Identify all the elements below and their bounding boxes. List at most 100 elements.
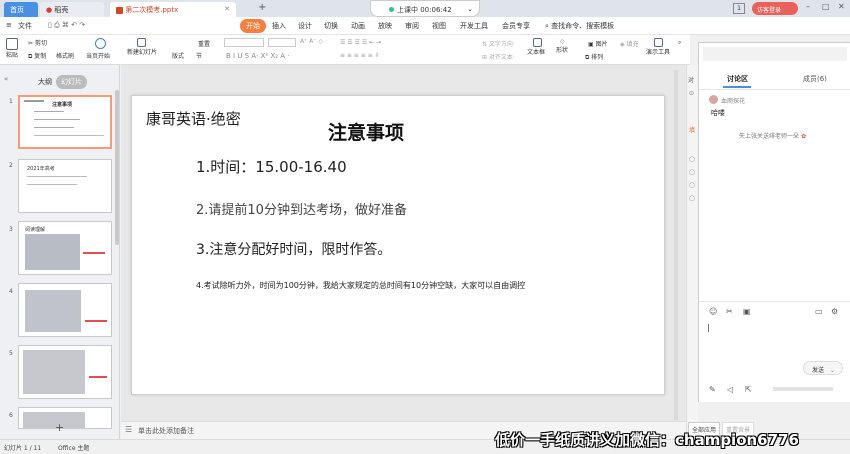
slide-line-allocate[interactable]: 3.注意分配好时间，限时作答。 — [196, 239, 391, 259]
settings-icon[interactable]: ⚙ — [831, 307, 838, 316]
scissors-icon[interactable]: ✂ — [726, 307, 733, 316]
copy-label: 复制 — [34, 53, 47, 60]
close-icon[interactable]: ✕ — [838, 2, 845, 11]
comment-icon[interactable]: ▭ — [815, 307, 823, 316]
radio-icon[interactable]: ○ — [689, 155, 695, 163]
slide-line-time[interactable]: 1.时间：15.00-16.40 — [196, 156, 347, 177]
emoji-icon[interactable]: ☺ — [709, 307, 717, 316]
font-name-select[interactable] — [224, 38, 264, 47]
menu-animation[interactable]: 动画 — [351, 21, 365, 31]
slide-brand[interactable]: 康哥英语·绝密 — [146, 108, 241, 129]
page-badge[interactable]: 1 — [733, 3, 745, 14]
reset-button[interactable]: 重置 — [198, 39, 210, 48]
visitor-login-button[interactable]: 访客登录 — [752, 2, 798, 15]
text-format-buttons[interactable]: B I U S A· X² X₂ A · — [226, 52, 289, 60]
slide-thumb-1[interactable]: 注意事项 — [18, 95, 112, 149]
layout-button[interactable]: 版式 — [172, 51, 184, 60]
collapse-panel-icon[interactable]: « — [4, 75, 8, 83]
menu-slideshow[interactable]: 放映 — [378, 21, 392, 31]
tab-daoke[interactable]: ● 稻壳 — [40, 2, 104, 17]
find-button[interactable]: ⌕ — [678, 39, 681, 47]
menu-developer[interactable]: 开发工具 — [460, 21, 488, 31]
send-button[interactable]: 发送 ⌄ — [803, 361, 843, 375]
paragraph-buttons[interactable]: ☰ ☰ ☰ ☰ ⇤ ⇥ — [340, 39, 381, 46]
font-size-select[interactable] — [268, 38, 296, 47]
microphone-icon[interactable]: ✎ — [709, 385, 716, 394]
menu-member[interactable]: 会员专享 — [502, 21, 530, 31]
add-slide-button[interactable]: + — [55, 421, 64, 434]
slide-thumb-3[interactable]: 阅读理解 — [18, 221, 112, 275]
thumb-red-note — [85, 320, 107, 322]
slide-canvas[interactable]: 康哥英语·绝密 注意事项 1.时间：15.00-16.40 2.请提前10分钟到… — [131, 95, 665, 395]
menu-transition[interactable]: 切换 — [324, 21, 338, 31]
minimize-icon[interactable]: – — [806, 2, 810, 11]
thumb-number: 5 — [9, 350, 13, 357]
presenter-tools-button[interactable]: 演示工具 — [646, 38, 670, 56]
tab-members[interactable]: 成员(6) — [803, 74, 827, 84]
chevron-down-icon[interactable]: ⌄ — [467, 5, 473, 13]
avatar — [709, 95, 718, 104]
search-icon: ⌕ — [545, 22, 549, 30]
new-slide-button[interactable]: 新建幻灯片 — [127, 38, 157, 56]
close-tab-icon[interactable]: ✕ — [224, 5, 230, 13]
cut-button[interactable]: ✂ 剪切 — [28, 38, 47, 47]
paste-button[interactable]: 粘贴 — [6, 38, 18, 59]
slides-tab[interactable]: 幻灯片 — [56, 75, 87, 89]
radio-icon[interactable]: ○ — [689, 181, 695, 189]
menu-insert[interactable]: 插入 — [272, 21, 286, 31]
slide-thumbnails-panel: « 大纲 幻灯片 1 注意事项 2 2021年高考 3 阅读理解 4 5 6 + — [0, 65, 120, 439]
slide-thumb-2[interactable]: 2021年高考 — [18, 159, 112, 213]
image-icon[interactable]: ▣ — [743, 307, 751, 316]
font-size-controls[interactable]: A⁺ A⁻ ◇ — [300, 38, 323, 45]
menu-review[interactable]: 审阅 — [405, 21, 419, 31]
slide-line-exam-time[interactable]: 4.考试除听力外，时间为100分钟，我给大家规定的总时间有10分钟空缺，大家可以… — [196, 280, 525, 291]
format-painter-button[interactable]: 格式刷 — [56, 51, 74, 60]
tab-discussion[interactable]: 讨论区 — [727, 74, 748, 84]
menu-design[interactable]: 设计 — [298, 21, 312, 31]
play-current-button[interactable]: 当页开始 — [86, 38, 110, 60]
text-direction-button[interactable]: ⇅ 文字方向· — [482, 39, 515, 48]
search-commands[interactable]: ⌕ 查找命令、搜索模板 — [545, 21, 614, 31]
slide-line-arrive[interactable]: 2.请提前10分钟到达考场，做好准备 — [196, 199, 407, 218]
maximize-icon[interactable]: □ — [822, 2, 830, 11]
thumbs-scrollbar[interactable] — [115, 90, 119, 245]
menu-start[interactable]: 开始 — [240, 19, 266, 33]
quick-access-icons[interactable]: ▯ ⎙ ⌘ ↶ ↷ — [48, 21, 85, 30]
menu-view[interactable]: 视图 — [432, 21, 446, 31]
edit-scrollbar[interactable] — [674, 70, 678, 420]
align-buttons[interactable]: ≡ ≡ ≡ ≡ ≡ ⇳ — [340, 52, 380, 59]
speaker-icon[interactable]: ◁ — [727, 385, 733, 394]
strip-fill-icon[interactable]: 填 — [689, 125, 695, 134]
slide-thumb-5[interactable] — [18, 345, 112, 399]
hamburger-icon[interactable]: ≡ — [6, 21, 12, 29]
textbox-button[interactable]: 文本框 — [527, 38, 545, 56]
thumb-number: 3 — [9, 226, 13, 233]
send-label: 发送 — [812, 367, 825, 374]
watermark-text: 低价一手纸质讲义加微信：champion6776 — [495, 431, 799, 449]
copy-button[interactable]: ⧉ 复制 — [28, 51, 46, 61]
object-tab[interactable]: 对 — [688, 75, 694, 84]
tab-home[interactable]: 首页 — [4, 2, 38, 17]
chat-input[interactable]: | — [707, 323, 847, 353]
outline-tab[interactable]: 大纲 — [38, 77, 52, 87]
radio-icon[interactable]: ○ — [689, 168, 695, 176]
menu-file[interactable]: 文件 — [18, 21, 32, 31]
slide-title[interactable]: 注意事项 — [328, 118, 404, 145]
arrange-button[interactable]: ⧉ 排列 — [585, 52, 603, 62]
shape-label: 形状 — [556, 47, 569, 54]
add-tab-button[interactable]: + — [258, 2, 266, 13]
new-slide-label: 新建幻灯片 — [127, 49, 158, 56]
slide-thumb-6[interactable] — [18, 407, 112, 429]
picture-button[interactable]: ▣ 图片 — [588, 39, 608, 48]
notes-placeholder[interactable]: 单击此处添加备注 — [138, 426, 194, 436]
fill-button[interactable]: ◈ 填充 — [620, 39, 639, 48]
strip-icon[interactable]: ⊙ — [689, 90, 694, 97]
slide-index: 幻灯片 1 / 11 — [4, 445, 42, 452]
align-text-button[interactable]: ⊞ 对齐文本· — [482, 52, 515, 61]
tab-document[interactable]: 第二次模考.pptx ✕ — [110, 2, 236, 17]
slide-thumb-4[interactable] — [18, 283, 112, 337]
section-button[interactable]: 节 — [196, 51, 202, 60]
shape-button[interactable]: ◇ 形状 — [556, 38, 568, 54]
radio-icon[interactable]: ○ — [689, 194, 695, 202]
share-icon[interactable]: ⇱ — [745, 385, 752, 394]
